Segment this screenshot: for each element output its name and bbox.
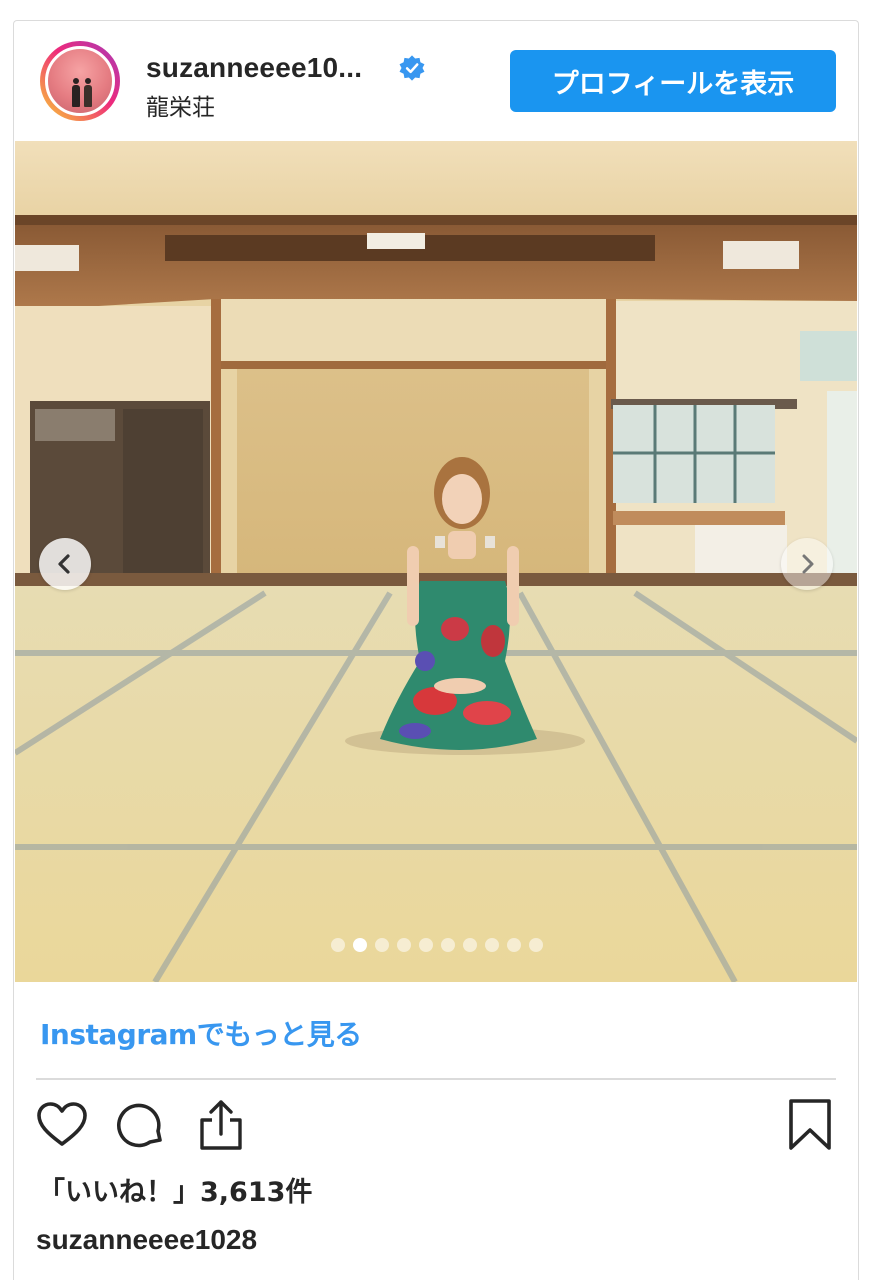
view-more-on-instagram-link[interactable]: Instagramでもっと見る [40,1013,362,1053]
carousel-dot [485,938,499,952]
avatar[interactable] [45,46,115,116]
share-icon[interactable] [194,1098,248,1152]
carousel-dot [397,938,411,952]
comment-icon[interactable] [114,1098,168,1152]
carousel-dot [419,938,433,952]
chevron-left-icon [58,554,70,574]
carousel-dot [375,938,389,952]
chevron-right-icon [802,554,814,574]
divider [36,1078,836,1080]
location-link[interactable]: 龍栄荘 [146,88,215,122]
heart-icon[interactable] [35,1098,89,1152]
carousel-dot [507,938,521,952]
carousel-dot [529,938,543,952]
username-link[interactable]: suzanneeee10... [146,52,362,84]
post-image[interactable] [15,141,857,982]
post-photo-scene [15,141,857,982]
carousel-dot [331,938,345,952]
carousel-indicator [331,938,543,952]
bookmark-icon[interactable] [783,1098,837,1152]
carousel-dot [441,938,455,952]
carousel-dot-active [353,938,367,952]
avatar-figure [84,78,92,107]
verified-badge-icon [399,55,425,81]
like-count[interactable]: 「いいね！」3,613件 [38,1170,312,1209]
next-image-button[interactable] [781,538,833,590]
previous-image-button[interactable] [39,538,91,590]
carousel-dot [463,938,477,952]
view-profile-button[interactable]: プロフィールを表示 [510,50,836,112]
post-owner-username[interactable]: suzanneeee1028 [36,1224,257,1256]
avatar-figure [72,78,80,107]
